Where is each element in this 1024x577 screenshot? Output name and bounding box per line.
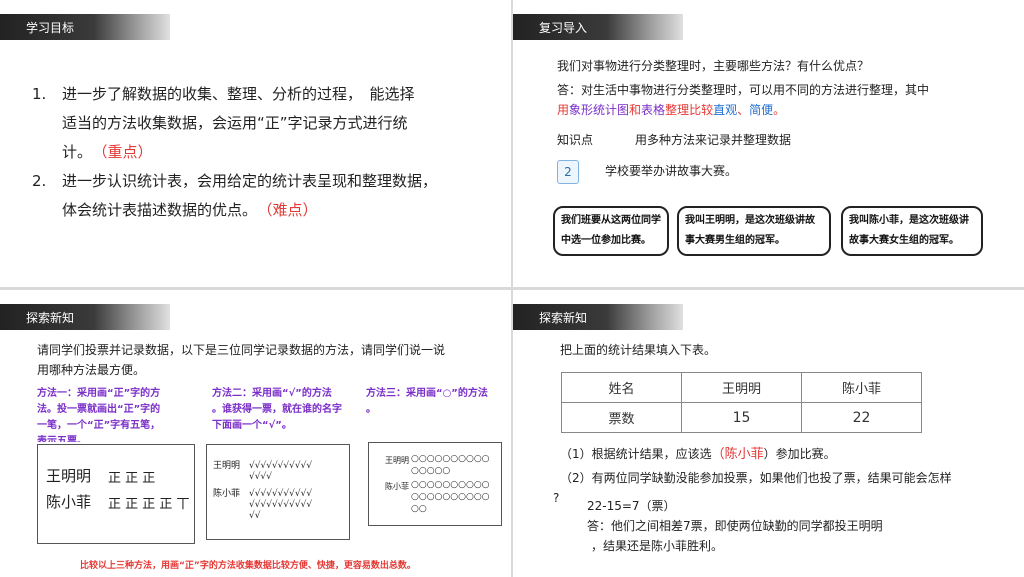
key-point-tag: （重点） — [100, 143, 153, 161]
speech-bubble-wangmingming: 我叫王明明，是这次班级讲故事大赛男生组的冠军。 — [677, 206, 831, 256]
record-name: 陈小菲 — [385, 482, 409, 491]
goal-number: 2. — [32, 172, 47, 190]
question-2: （2）有两位同学缺勤没能参加投票，如果他们也投了票，结果可能会怎样 — [560, 471, 952, 485]
answer-line1: 答：他们之间相差7票，即使两位缺勤的同学都投王明明 — [587, 519, 883, 533]
question-2-mark: ? — [553, 491, 560, 505]
review-question: 我们对事物进行分类整理时，主要哪些方法？有什么优点？ — [557, 59, 870, 73]
slide-learning-goals: 学习目标 1. 进一步了解数据的收集、整理、分析的过程， 能选择 适当的方法收集… — [0, 0, 511, 287]
tally-marks: 正 正 正 — [108, 471, 156, 486]
section-header: 学习目标 — [0, 14, 170, 40]
table-cell: 票数 — [561, 402, 682, 433]
intro-line2: 用哪种方法最方便。 — [37, 363, 146, 377]
goal-item-2: 2. 进一步认识统计表，会用给定的统计表呈现和整理数据， 体会统计表描述数据的优… — [32, 167, 437, 225]
method2-description: 方法二：采用画“√”的方法 。谁获得一票，就在谁的名字 下面画一个“√”。 — [212, 388, 342, 431]
table-header-row: 姓名 王明明 陈小菲 — [561, 372, 922, 403]
calculation: 22-15=7（票） — [587, 499, 676, 513]
header-title: 探索新知 — [539, 311, 588, 325]
check-marks: √√√√√√√√√√√ √√√√√√√√√√√ √√ — [249, 489, 313, 521]
method1-description: 方法一：采用画“正”字的方 法。投一票就画出“正”字的 一笔，一个“正”字有五笔，表… — [37, 388, 161, 442]
knowledge-text: 用多种方法来记录并整理数据 — [635, 133, 792, 147]
tally-marks: 正 正 正 正 丅 — [108, 497, 190, 512]
table-cell-value: 22 — [801, 402, 922, 433]
section-header: 探索新知 — [513, 304, 683, 330]
record-name: 陈小菲 — [46, 493, 92, 511]
instruction-text: 把上面的统计结果填入下表。 — [560, 343, 717, 357]
goal-text: 进一步认识统计表，会用给定的统计表呈现和整理数据， — [62, 172, 438, 190]
vote-table: 姓名 王明明 陈小菲 票数 15 22 — [561, 372, 922, 433]
header-title: 复习导入 — [539, 21, 588, 35]
method3-description: 方法三：采用画“○”的方法。 — [366, 388, 488, 415]
goal-list: 1. 进一步了解数据的收集、整理、分析的过程， 能选择 适当的方法收集数据，会运… — [32, 80, 437, 225]
record-name: 王明明 — [46, 467, 92, 485]
record-name: 陈小菲 — [213, 489, 241, 499]
header-title: 探索新知 — [26, 311, 75, 325]
slide-review: 复习导入 我们对事物进行分类整理时，主要哪些方法？有什么优点？ 答：对生活中事物… — [513, 0, 1024, 287]
goal-text: 计。 — [62, 143, 93, 161]
speech-bubble-teacher: 我们班要从这两位同学中选一位参加比赛。 — [553, 206, 669, 256]
review-answer-line1: 答：对生活中事物进行分类整理时，可以用不同的方法进行整理，其中 — [557, 83, 930, 97]
circle-marks: ○○○○○○○○○○ ○○○○○ — [411, 454, 490, 476]
circle-marks: ○○○○○○○○○○ ○○○○○○○○○○ ○○ — [411, 480, 490, 514]
method3-record-box: 王明明 ○○○○○○○○○○ ○○○○○ 陈小菲 ○○○○○○○○○○ ○○○○○○… — [368, 442, 502, 526]
conclusion-text: 比较以上三种方法，用画“正”字的方法收集数据比较方便、快捷，更容易数出总数。 — [80, 561, 416, 571]
knowledge-label: 知识点 — [557, 133, 594, 147]
intro-line1: 请同学们投票并记录数据，以下是三位同学记录数据的方法，请同学们说一说 — [37, 343, 446, 357]
review-answer-line2: 用象形统计图和表格整理比较直观、简便。 — [557, 103, 786, 117]
table-header-cell: 陈小菲 — [801, 372, 922, 403]
table-header-cell: 姓名 — [561, 372, 682, 403]
difficulty-tag: （难点） — [265, 201, 318, 219]
goal-number: 1. — [32, 85, 47, 103]
answer-line2: ，结果还是陈小菲胜利。 — [591, 539, 724, 553]
table-row: 票数 15 22 — [561, 402, 922, 433]
check-marks: √√√√√√√√√√√ √√√√ — [249, 461, 313, 482]
goal-text: 体会统计表描述数据的优点。 — [62, 201, 258, 219]
section-header: 复习导入 — [513, 14, 683, 40]
header-title: 学习目标 — [26, 21, 75, 35]
speech-bubble-chenxiaofei: 我叫陈小菲，是这次班级讲故事大赛女生组的冠军。 — [841, 206, 983, 256]
method1-record-box: 王明明 正 正 正 陈小菲 正 正 正 正 丅 — [37, 444, 195, 544]
answer-chenxiaofei: （陈小菲 — [711, 447, 764, 462]
goal-text: 适当的方法收集数据，会运用“正”字记录方式进行统 — [62, 114, 408, 132]
record-name: 王明明 — [385, 456, 409, 465]
table-cell-value: 15 — [681, 402, 802, 433]
slide-explore-table: 探索新知 把上面的统计结果填入下表。 姓名 王明明 陈小菲 票数 15 22 （… — [513, 290, 1024, 577]
table-header-cell: 王明明 — [681, 372, 802, 403]
goal-text: 进一步了解数据的收集、整理、分析的过程， 能选择 — [62, 85, 415, 103]
question-1: （1）根据统计结果，应该选（陈小菲）参加比赛。 — [560, 447, 836, 462]
problem-text: 学校要举办讲故事大赛。 — [605, 164, 738, 178]
goal-item-1: 1. 进一步了解数据的收集、整理、分析的过程， 能选择 适当的方法收集数据，会运… — [32, 80, 437, 167]
section-header: 探索新知 — [0, 304, 170, 330]
slide-explore-methods: 探索新知 请同学们投票并记录数据，以下是三位同学记录数据的方法，请同学们说一说 … — [0, 290, 511, 577]
problem-number-badge: 2 — [557, 160, 579, 184]
record-name: 王明明 — [213, 461, 241, 471]
method2-record-box: 王明明 √√√√√√√√√√√ √√√√ 陈小菲 √√√√√√√√√√√ √√√√√… — [206, 444, 350, 540]
